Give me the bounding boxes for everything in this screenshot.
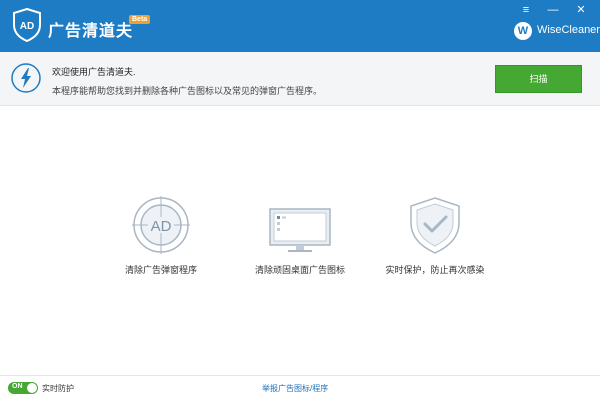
welcome-description: 本程序能帮助您找到并删除各种广告图标以及常见的弹窗广告程序。 — [52, 86, 323, 96]
toggle-state: ON — [12, 383, 23, 390]
feature-remove-desktop-icons: 清除顽固桌面广告图标 — [225, 195, 375, 276]
menu-icon[interactable]: ≡ — [516, 2, 536, 18]
ad-icon-text: AD — [151, 218, 172, 235]
close-icon[interactable]: ✕ — [571, 2, 591, 18]
beta-badge: Beta — [129, 15, 151, 24]
brand-name: WiseCleaner — [537, 24, 600, 36]
welcome-title: 欢迎使用广告清道夫. — [52, 67, 136, 77]
wisecleaner-logo-icon: W — [514, 22, 532, 40]
title-bar: AD 广告清道夫 Beta ≡ — ✕ W WiseCleaner — [0, 0, 600, 52]
app-title: 广告清道夫 — [48, 23, 134, 40]
lightning-icon — [11, 63, 41, 93]
minimize-icon[interactable]: — — [543, 2, 563, 18]
realtime-protection-label: 实时防护 — [42, 384, 74, 393]
report-ad-link[interactable]: 举报广告图标/程序 — [262, 383, 328, 394]
scan-button[interactable]: 扫描 — [495, 65, 582, 93]
desktop-monitor-icon — [269, 208, 331, 252]
welcome-banner: 欢迎使用广告清道夫. 本程序能帮助您找到并删除各种广告图标以及常见的弹窗广告程序… — [0, 52, 600, 106]
feature-realtime-protection: 实时保护，防止再次感染 — [360, 195, 510, 276]
feature-remove-popups: AD 清除广告弹窗程序 — [86, 195, 236, 276]
logo-text: AD — [20, 21, 34, 32]
feature-label: 实时保护，防止再次感染 — [385, 265, 485, 275]
realtime-protection-toggle[interactable]: ON — [8, 382, 38, 394]
shield-check-icon — [410, 197, 460, 254]
feature-label: 清除广告弹窗程序 — [124, 265, 197, 275]
app-logo-icon: AD — [13, 8, 41, 42]
toggle-knob — [27, 383, 37, 393]
footer-bar: ON 实时防护 举报广告图标/程序 — [0, 375, 600, 400]
ad-target-icon: AD — [132, 196, 190, 254]
feature-label: 清除顽固桌面广告图标 — [254, 265, 345, 275]
